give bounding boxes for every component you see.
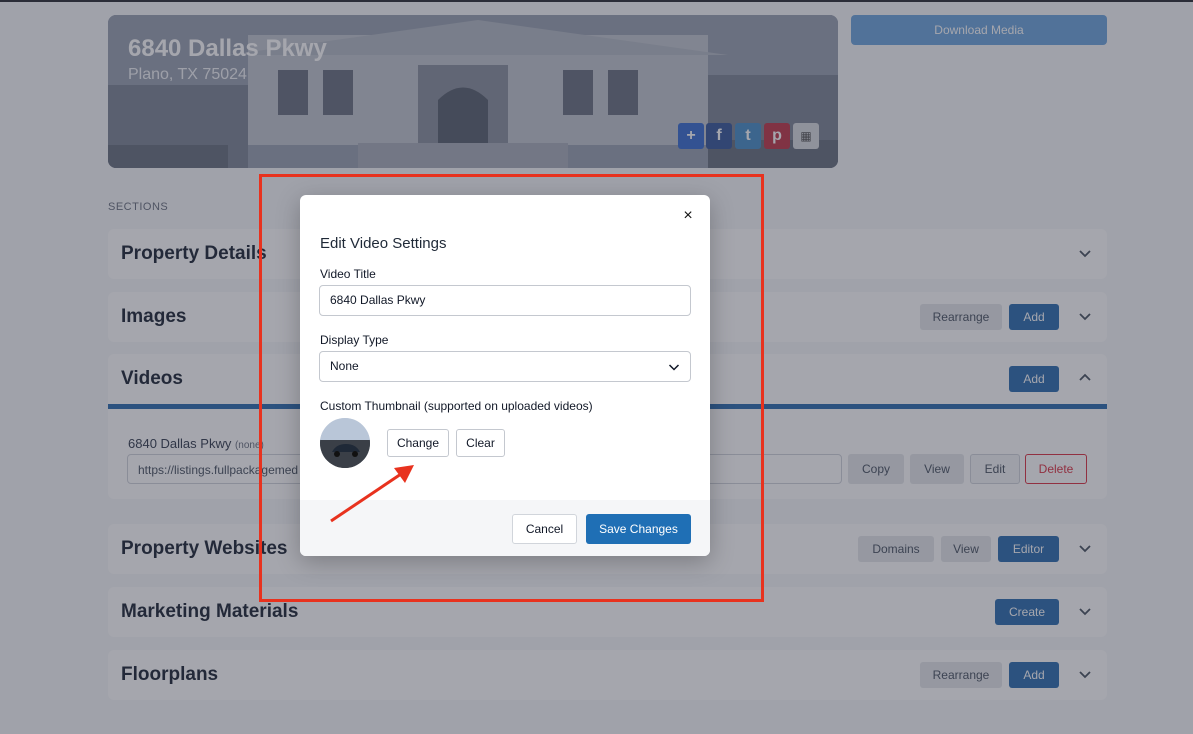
thumbnail-preview bbox=[320, 418, 370, 468]
save-changes-button[interactable]: Save Changes bbox=[586, 514, 691, 544]
cancel-button[interactable]: Cancel bbox=[512, 514, 577, 544]
display-type-value: None bbox=[330, 359, 359, 373]
video-title-label: Video Title bbox=[320, 267, 376, 281]
display-type-label: Display Type bbox=[320, 333, 389, 347]
edit-video-settings-dialog: × Edit Video Settings Video Title 6840 D… bbox=[300, 195, 710, 556]
dialog-footer: Cancel Save Changes bbox=[300, 500, 710, 556]
clear-thumbnail-button[interactable]: Clear bbox=[456, 429, 505, 457]
chevron-down-icon bbox=[668, 364, 680, 371]
video-title-input[interactable]: 6840 Dallas Pkwy bbox=[319, 285, 691, 316]
display-type-select[interactable]: None bbox=[319, 351, 691, 382]
thumbnail-label: Custom Thumbnail (supported on uploaded … bbox=[320, 399, 593, 413]
close-icon[interactable]: × bbox=[680, 208, 696, 224]
change-thumbnail-button[interactable]: Change bbox=[387, 429, 449, 457]
dialog-title: Edit Video Settings bbox=[320, 235, 447, 252]
car-thumbnail-image bbox=[320, 418, 370, 468]
